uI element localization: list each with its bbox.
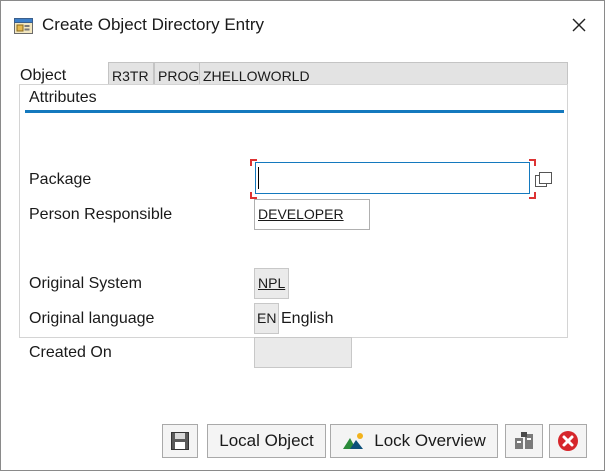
- original-system-label: Original System: [29, 275, 142, 292]
- package-input[interactable]: [255, 162, 530, 194]
- lock-overview-icon: [343, 433, 364, 449]
- window-app-icon: [14, 18, 33, 34]
- required-marker-br: [529, 192, 536, 199]
- attributes-group-title: Attributes: [29, 89, 97, 106]
- close-icon[interactable]: [567, 13, 591, 37]
- original-language-text: English: [281, 310, 334, 327]
- required-marker-tl: [250, 159, 257, 166]
- created-on-field: [254, 337, 352, 368]
- save-icon: [171, 432, 189, 450]
- person-responsible-value: DEVELOPER: [258, 206, 344, 222]
- object-assign-icon: [515, 432, 533, 449]
- package-label: Package: [29, 171, 92, 188]
- original-system-value: NPL: [258, 275, 286, 291]
- original-system-field: NPL: [254, 268, 289, 299]
- save-button[interactable]: [162, 424, 198, 458]
- cancel-button[interactable]: [549, 424, 587, 458]
- object-label: Object: [20, 67, 67, 84]
- original-language-label: Original language: [29, 310, 155, 327]
- window-title: Create Object Directory Entry: [42, 15, 265, 34]
- cancel-icon: [558, 431, 578, 451]
- group-title-underline: [25, 110, 564, 113]
- local-object-button[interactable]: Local Object: [207, 424, 326, 458]
- title-bar: Create Object Directory Entry: [1, 1, 604, 47]
- required-marker-tr: [529, 159, 536, 166]
- required-marker-bl: [250, 192, 257, 199]
- local-object-label: Local Object: [219, 431, 314, 450]
- created-on-label: Created On: [29, 344, 112, 361]
- original-language-code-field: EN: [254, 303, 279, 334]
- object-assign-button[interactable]: [505, 424, 543, 458]
- value-help-icon[interactable]: [534, 170, 554, 190]
- person-responsible-field[interactable]: DEVELOPER: [254, 199, 370, 230]
- lock-overview-label: Lock Overview: [374, 431, 486, 450]
- person-responsible-label: Person Responsible: [29, 206, 173, 223]
- text-caret: [258, 167, 259, 189]
- lock-overview-button[interactable]: Lock Overview: [330, 424, 498, 458]
